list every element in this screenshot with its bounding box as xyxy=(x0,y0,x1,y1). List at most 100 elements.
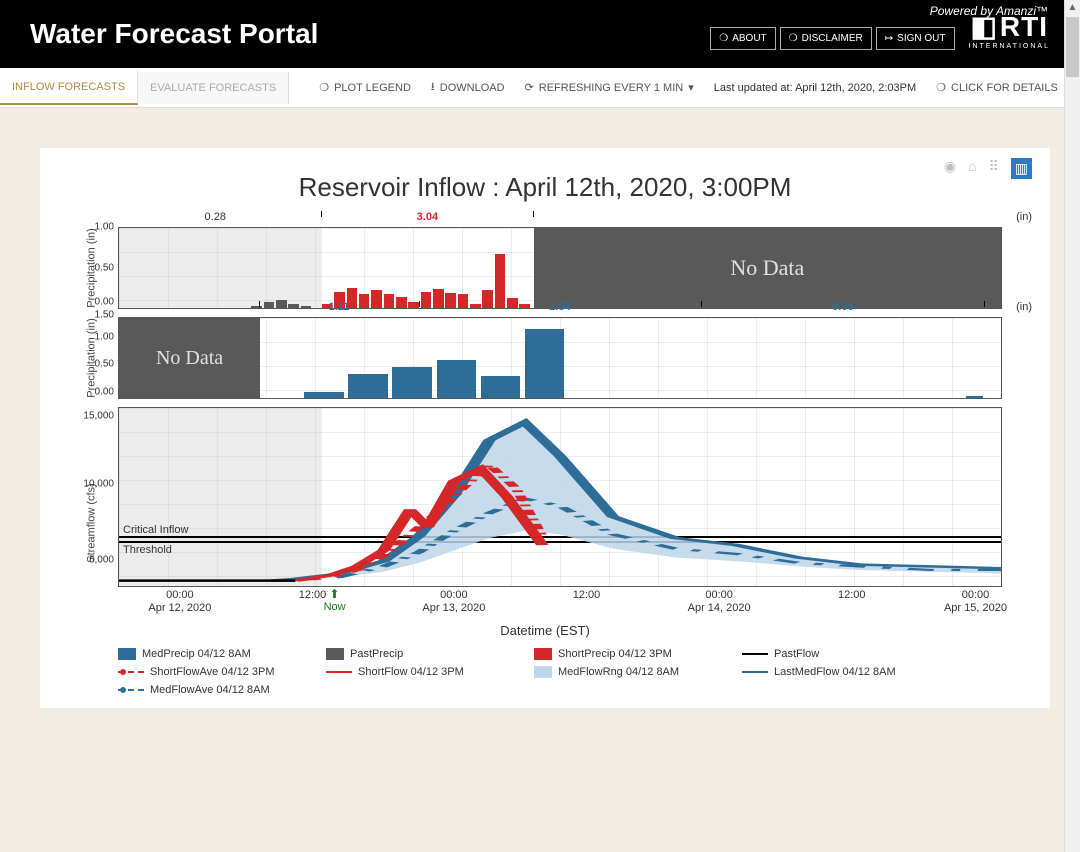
ytick: 1.00 xyxy=(95,332,114,343)
legend-item[interactable]: PastFlow xyxy=(742,648,922,660)
swatch-icon xyxy=(534,648,552,660)
chart-canvas: ◉ ⌂ ⠿ ▥ Reservoir Inflow : April 12th, 2… xyxy=(40,148,1050,708)
swatch-icon xyxy=(534,666,552,678)
xtick-time: 12:00 xyxy=(838,589,866,602)
chevron-down-icon: ▾ xyxy=(688,81,694,94)
download-button[interactable]: ⭳ DOWNLOAD xyxy=(421,68,515,107)
refresh-label: REFRESHING EVERY 1 MIN xyxy=(539,82,683,94)
tab-inflow-forecasts[interactable]: INFLOW FORECASTS xyxy=(0,71,138,105)
legend-label: PastFlow xyxy=(774,648,819,660)
xtick-date: Apr 14, 2020 xyxy=(688,602,751,615)
swatch-icon xyxy=(326,648,344,660)
ytick: 0.00 xyxy=(95,387,114,398)
sign-out-button[interactable]: ↦ SIGN OUT xyxy=(876,27,955,50)
xtick-date: Apr 12, 2020 xyxy=(148,602,211,615)
signout-label: SIGN OUT xyxy=(897,33,945,44)
ytick: 1.00 xyxy=(95,222,114,233)
now-arrow-icon: ⬆ xyxy=(324,587,346,601)
seg-medprecip-1: 1.11 xyxy=(329,301,350,313)
legend-item[interactable]: MedFlowRng 04/12 8AM xyxy=(534,666,714,678)
legend-item[interactable]: ShortFlow 04/12 3PM xyxy=(326,666,506,678)
legend-label: PastPrecip xyxy=(350,648,403,660)
xtick-date: Apr 13, 2020 xyxy=(422,602,485,615)
xtick-time: 12:00 xyxy=(299,589,327,602)
plot-legend-label: PLOT LEGEND xyxy=(334,82,411,94)
legend-label: ShortPrecip 04/12 3PM xyxy=(558,648,672,660)
toolbar: INFLOW FORECASTS EVALUATE FORECASTS ❍ PLO… xyxy=(0,68,1080,108)
download-icon: ⭳ xyxy=(431,78,435,97)
streamflow-lines xyxy=(119,408,1001,586)
ytick: 0.50 xyxy=(95,263,114,274)
window-scrollbar[interactable]: ▲ xyxy=(1064,0,1080,852)
legend-label: MedPrecip 04/12 8AM xyxy=(142,648,251,660)
seg-pastprecip-total: 0.28 xyxy=(205,211,226,223)
download-label: DOWNLOAD xyxy=(440,82,505,94)
app-title: Water Forecast Portal xyxy=(30,18,318,50)
barchart-icon[interactable]: ▥ xyxy=(1011,158,1032,179)
legend: MedPrecip 04/12 8AM PastPrecip ShortPrec… xyxy=(118,648,972,696)
plot-p2[interactable]: No Data xyxy=(118,317,1002,399)
details-button[interactable]: ❍CLICK FOR DETAILS xyxy=(926,71,1068,104)
xtick-time: 00:00 xyxy=(422,589,485,602)
info-icon: ❍ xyxy=(719,33,728,44)
home-icon[interactable]: ⌂ xyxy=(968,158,976,179)
refresh-dropdown[interactable]: ⟳ REFRESHING EVERY 1 MIN ▾ xyxy=(515,71,704,104)
legend-item[interactable]: ShortPrecip 04/12 3PM xyxy=(534,648,714,660)
unit-in-p1: (in) xyxy=(1016,211,1032,223)
unit-in-p2: (in) xyxy=(1016,301,1032,313)
xtick-date: Apr 15, 2020 xyxy=(944,602,1007,615)
seg-medprecip-3: 0.00 xyxy=(832,301,853,313)
seg-medprecip-2: 2.54 xyxy=(549,301,570,313)
info-icon: ❍ xyxy=(319,81,329,94)
info-icon: ❍ xyxy=(789,33,798,44)
legend-item[interactable]: ShortFlowAve 04/12 3PM xyxy=(118,666,298,678)
plot-p1[interactable]: No Data xyxy=(118,227,1002,309)
seg-shortprecip-total: 3.04 xyxy=(417,211,438,223)
about-label: ABOUT xyxy=(732,33,766,44)
app-header: Water Forecast Portal ❍ ABOUT ❍ DISCLAIM… xyxy=(0,0,1080,68)
xtick-time: 00:00 xyxy=(688,589,751,602)
x-axis-label: Datetime (EST) xyxy=(58,623,1032,638)
info-icon: ❍ xyxy=(936,81,946,94)
disclaimer-button[interactable]: ❍ DISCLAIMER xyxy=(780,27,872,50)
xtick-time: 00:00 xyxy=(944,589,1007,602)
legend-item[interactable]: PastPrecip xyxy=(326,648,506,660)
legend-label: LastMedFlow 04/12 8AM xyxy=(774,666,896,678)
scroll-up-icon[interactable]: ▲ xyxy=(1065,0,1080,16)
line-icon xyxy=(742,653,768,655)
swatch-icon xyxy=(118,648,136,660)
line-icon xyxy=(742,671,768,673)
legend-item[interactable]: MedPrecip 04/12 8AM xyxy=(118,648,298,660)
legend-label: ShortFlow 04/12 3PM xyxy=(358,666,464,678)
ytick: 5,000 xyxy=(89,555,114,566)
past-shade xyxy=(119,228,322,308)
legend-item[interactable]: LastMedFlow 04/12 8AM xyxy=(742,666,922,678)
logo-subtext: INTERNATIONAL xyxy=(969,43,1051,50)
refresh-icon: ⟳ xyxy=(525,81,534,94)
legend-label: MedFlowAve 04/12 8AM xyxy=(150,684,270,696)
x-axis: 00:00Apr 12, 2020 12:00 ⬆Now 00:00Apr 13… xyxy=(118,587,1002,621)
scroll-thumb[interactable] xyxy=(1066,17,1079,77)
ytick: 1.50 xyxy=(95,310,114,321)
legend-item[interactable]: MedFlowAve 04/12 8AM xyxy=(118,684,298,696)
settings-icon[interactable]: ⠿ xyxy=(989,158,999,179)
signout-icon: ↦ xyxy=(885,33,893,44)
powered-by-text: Powered by Amanzi™ xyxy=(930,4,1048,18)
dot-icon xyxy=(120,687,126,693)
about-button[interactable]: ❍ ABOUT xyxy=(710,27,775,50)
plot-legend-button[interactable]: ❍ PLOT LEGEND xyxy=(309,71,421,104)
chart-title: Reservoir Inflow : April 12th, 2020, 3:0… xyxy=(58,172,1032,203)
now-label: Now xyxy=(324,601,346,613)
last-updated-text: Last updated at: April 12th, 2020, 2:03P… xyxy=(704,72,926,104)
ytick: 0.50 xyxy=(95,359,114,370)
ytick: 15,000 xyxy=(83,411,114,422)
camera-icon[interactable]: ◉ xyxy=(944,158,956,179)
xtick-time: 12:00 xyxy=(573,589,601,602)
chart-toolbar: ◉ ⌂ ⠿ ▥ xyxy=(944,158,1032,179)
tab-evaluate-forecasts[interactable]: EVALUATE FORECASTS xyxy=(138,72,289,104)
panel-med-precip: Precipitation (in) 1.11 2.54 0.00 (in) 0… xyxy=(58,317,1032,399)
legend-label: MedFlowRng 04/12 8AM xyxy=(558,666,679,678)
dot-icon xyxy=(120,669,126,675)
ytick: 0.00 xyxy=(95,297,114,308)
plot-p3[interactable]: Critical Inflow Threshold xyxy=(118,407,1002,587)
